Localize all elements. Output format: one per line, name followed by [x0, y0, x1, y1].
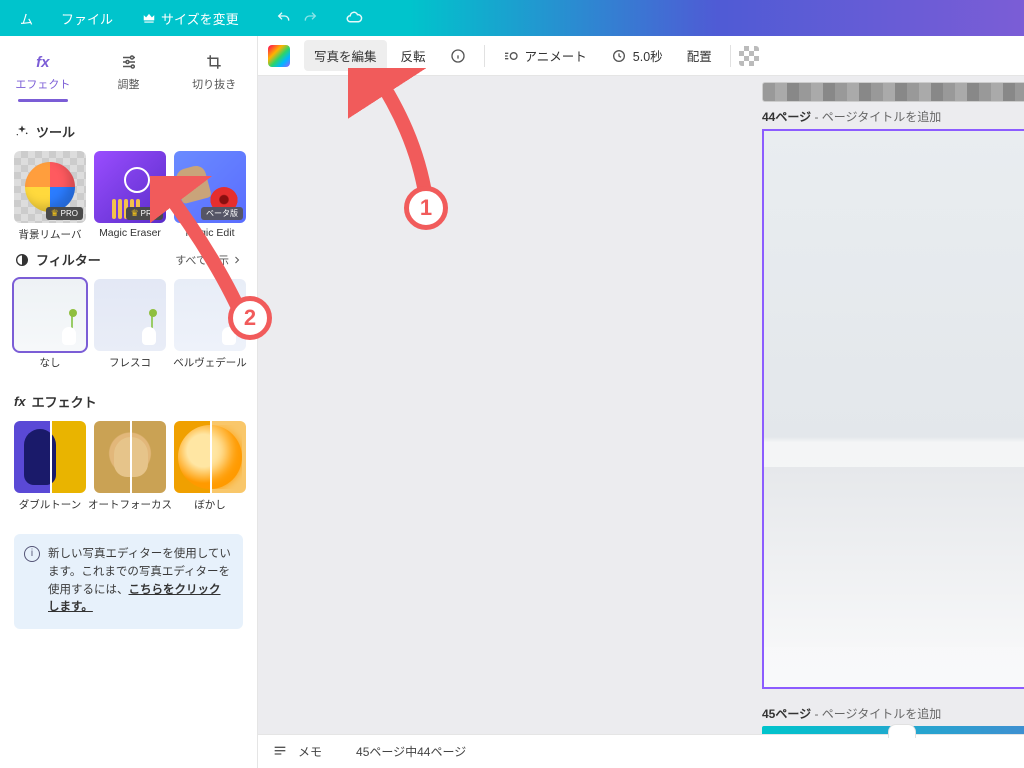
- section-fx-title: fx エフェクト: [14, 392, 243, 411]
- fx-autofocus-thumb: [94, 421, 166, 493]
- pro-badge: ♛PRO: [46, 207, 83, 220]
- tab-effects[interactable]: fx エフェクト: [0, 46, 86, 102]
- fx-autofocus[interactable]: オートフォーカス: [94, 421, 166, 512]
- context-toolbar: 写真を編集 反転 アニメート 5.0秒 配置: [258, 36, 1024, 76]
- sparkle-icon: [14, 124, 30, 140]
- tool-bg-remover-thumb: ♛PRO: [14, 151, 86, 223]
- redo-icon[interactable]: [301, 9, 319, 27]
- panel-tab-strip: fx エフェクト 調整 切り抜き: [0, 36, 257, 102]
- filters-show-all[interactable]: すべて表示: [175, 252, 243, 268]
- color-picker[interactable]: [268, 45, 290, 67]
- expand-handle[interactable]: [888, 724, 916, 738]
- crop-icon: [204, 52, 224, 72]
- info-button[interactable]: [440, 42, 476, 70]
- duration-button[interactable]: 5.0秒: [601, 40, 673, 71]
- clock-icon: [611, 48, 627, 64]
- filter-belvedere-label: ベルヴェデール: [173, 355, 247, 370]
- filter-fresco-thumb: [94, 279, 166, 351]
- tool-magic-eraser[interactable]: ♛PRO Magic Eraser: [94, 151, 166, 242]
- section-tools-title: ツール: [14, 122, 243, 141]
- fx-duotone[interactable]: ダブルトーン: [14, 421, 86, 512]
- transparency-button[interactable]: [739, 46, 759, 66]
- tab-effects-label: エフェクト: [15, 76, 70, 92]
- info-icon: [450, 48, 466, 64]
- filter-fresco-label: フレスコ: [109, 355, 151, 370]
- fx-blur[interactable]: ぼかし: [174, 421, 246, 512]
- tool-magic-edit-thumb: ベータ版: [174, 151, 246, 223]
- bottom-bar: メモ 45ページ中44ページ: [258, 734, 1024, 768]
- undo-icon[interactable]: [275, 9, 293, 27]
- notes-label[interactable]: メモ: [298, 743, 322, 760]
- tab-crop-label: 切り抜き: [192, 76, 236, 92]
- fx-autofocus-label: オートフォーカス: [88, 497, 172, 512]
- edit-photo-button[interactable]: 写真を編集: [304, 40, 387, 71]
- pro-badge: ♛PRO: [126, 207, 163, 220]
- beta-badge: ベータ版: [201, 207, 243, 220]
- home-menu[interactable]: ム: [10, 5, 43, 32]
- page-44-header[interactable]: 44ページ - ページタイトルを追加: [762, 108, 1024, 125]
- section-filters-title: フィルター: [14, 250, 101, 269]
- fx-icon: fx: [33, 52, 53, 72]
- tab-adjust[interactable]: 調整: [86, 46, 172, 102]
- crown-icon: [141, 10, 157, 26]
- left-side-panel: fx エフェクト 調整 切り抜き ツール ♛PRO 背景リムーバ: [0, 36, 258, 768]
- sliders-icon: [119, 52, 139, 72]
- page-counter: 45ページ中44ページ: [356, 743, 466, 760]
- editor-notice: i 新しい写真エディターを使用しています。これまでの写真エディターを使用するには…: [14, 534, 243, 629]
- fx-blur-thumb: [174, 421, 246, 493]
- motion-icon: [503, 48, 519, 64]
- flip-button[interactable]: 反転: [391, 40, 436, 71]
- tool-magic-edit[interactable]: ベータ版 Magic Edit: [174, 151, 246, 242]
- fx-blur-label: ぼかし: [194, 497, 226, 512]
- top-menu-bar: ム ファイル サイズを変更: [0, 0, 1024, 36]
- page-44-frame[interactable]: [762, 129, 1024, 689]
- animate-button[interactable]: アニメート: [493, 40, 597, 71]
- info-icon: i: [24, 546, 40, 562]
- tool-bg-remover[interactable]: ♛PRO 背景リムーバ: [14, 151, 86, 242]
- filter-belvedere-thumb: [174, 279, 246, 351]
- circle-half-icon: [14, 252, 30, 268]
- selected-image[interactable]: [764, 131, 1024, 687]
- tool-bg-remover-label: 背景リムーバ: [19, 227, 82, 242]
- file-menu[interactable]: ファイル: [51, 5, 123, 32]
- tool-magic-eraser-label: Magic Eraser: [99, 227, 161, 239]
- cloud-sync-icon[interactable]: [345, 9, 363, 27]
- filter-none-thumb: [14, 279, 86, 351]
- page-45-header[interactable]: 45ページ - ページタイトルを追加: [762, 705, 1024, 722]
- canvas-area: 写真を編集 反転 アニメート 5.0秒 配置 44ページ - ページタイトルを追…: [258, 36, 1024, 768]
- filter-fresco[interactable]: フレスコ: [94, 279, 166, 370]
- position-button[interactable]: 配置: [677, 40, 722, 71]
- tab-crop[interactable]: 切り抜き: [171, 46, 257, 102]
- filter-belvedere[interactable]: ベルヴェデール: [174, 279, 246, 370]
- fx-duotone-thumb: [14, 421, 86, 493]
- filter-none[interactable]: なし: [14, 279, 86, 370]
- tab-adjust-label: 調整: [118, 76, 140, 92]
- fx-duotone-label: ダブルトーン: [19, 497, 81, 512]
- timeline-strip[interactable]: [762, 82, 1024, 102]
- tool-magic-edit-label: Magic Edit: [185, 227, 234, 239]
- notes-icon[interactable]: [272, 744, 288, 760]
- canvas-scroll[interactable]: 44ページ - ページタイトルを追加 45ページ - ページタイトルを追加: [258, 76, 1024, 734]
- tool-magic-eraser-thumb: ♛PRO: [94, 151, 166, 223]
- resize-menu[interactable]: サイズを変更: [131, 5, 249, 32]
- filter-none-label: なし: [40, 355, 61, 370]
